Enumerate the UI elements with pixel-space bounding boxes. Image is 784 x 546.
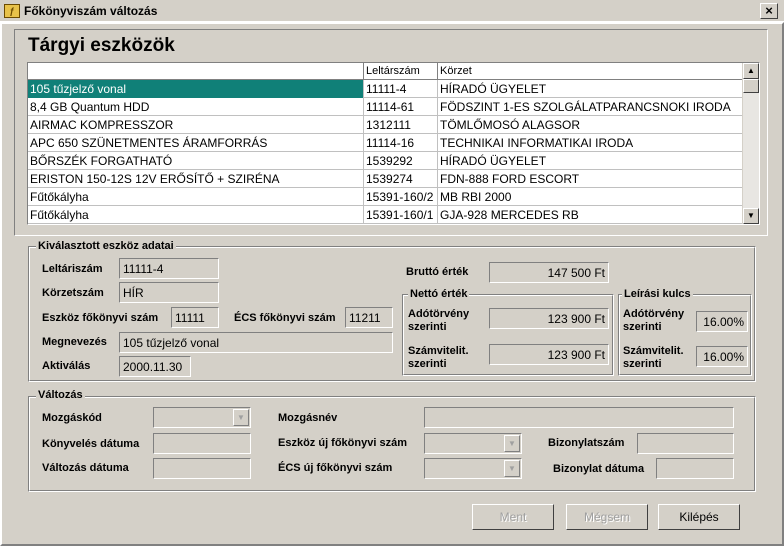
table-row[interactable]: AIRMAC KOMPRESSZOR 1312111 TÖMLŐMOSÓ ALA… <box>28 116 742 134</box>
korzetszam-label: Körzetszám <box>42 287 104 299</box>
close-button[interactable]: × <box>760 3 778 19</box>
grid-body: Megnevezés Leltárszám Körzet 105 tűzjelz… <box>28 63 742 224</box>
eszkoz-fokonyvi-label: Eszköz főkönyvi szám <box>42 312 159 324</box>
cancel-button[interactable]: Mégsem <box>566 504 648 530</box>
scroll-down-button[interactable]: ▼ <box>743 208 759 224</box>
netto-szamv-label-1: Számvitelit. <box>408 345 469 357</box>
cell-korzet: HÍRADÓ ÜGYELET <box>440 82 547 96</box>
section-title: Tárgyi eszközök <box>28 35 175 56</box>
cell-leltarszam: 11111-4 <box>364 80 438 98</box>
vertical-scrollbar[interactable]: ▲ ▼ <box>742 63 759 224</box>
cell-korzet: HÍRADÓ ÜGYELET <box>440 154 547 168</box>
eszkoz-uj-fokonyvi-label: Eszköz új főkönyvi szám <box>278 437 407 449</box>
leiras-ado-label-2: szerinti <box>623 321 662 333</box>
valtozas-datum-field[interactable] <box>153 458 251 479</box>
cell-korzet: TÖMLŐMOSÓ ALAGSOR <box>440 118 581 132</box>
brutto-field: 147 500 Ft <box>489 262 609 283</box>
cell-megnevezes: 105 tűzjelző vonal <box>28 80 364 98</box>
leltariszam-label: Leltáriszám <box>42 263 103 275</box>
table-row[interactable]: BŐRSZÉK FORGATHATÓ 1539292 HÍRADÓ ÜGYELE… <box>28 152 742 170</box>
table-row[interactable]: 105 tűzjelző vonal 11111-4 HÍRADÓ ÜGYELE… <box>28 80 742 98</box>
column-header-megnevezes[interactable]: Megnevezés <box>28 63 364 80</box>
bizonylat-datum-label: Bizonylat dátuma <box>553 463 645 475</box>
konyveles-datum-field[interactable] <box>153 433 251 454</box>
cell-leltarszam: 15391-160/1 <box>364 206 438 224</box>
ecs-uj-fokonyvi-label: ÉCS új főkönyvi szám <box>278 462 393 474</box>
ecs-uj-fokonyvi-combo[interactable]: ▼ <box>424 458 522 479</box>
cell-leltarszam: 11114-61 <box>364 98 438 116</box>
konyveles-datum-label: Könyvelés dátuma <box>42 438 140 450</box>
bizonylat-datum-field[interactable] <box>656 458 734 479</box>
brutto-label: Bruttó érték <box>406 266 469 278</box>
chevron-down-icon[interactable]: ▼ <box>504 460 520 477</box>
eszkoz-uj-fokonyvi-combo[interactable]: ▼ <box>424 433 522 454</box>
column-header-leltarszam[interactable]: Leltárszám <box>364 63 438 80</box>
cell-leltarszam: 11114-16 <box>364 134 438 152</box>
cell-megnevezes: Fűtőkályha <box>28 206 364 224</box>
cell-megnevezes: BŐRSZÉK FORGATHATÓ <box>28 152 364 170</box>
window-title: Főkönyviszám változás <box>24 4 158 18</box>
cell-korzet: FÖDSZINT 1-ES SZOLGÁLATPARANCSNOKI IRODA <box>440 100 731 114</box>
change-group-title: Változás <box>36 389 85 401</box>
leiras-szamv-label-1: Számvitelit. <box>623 345 684 357</box>
mozgaskod-combo[interactable]: ▼ <box>153 407 251 428</box>
cell-megnevezes: Fűtőkályha <box>28 188 364 206</box>
cell-leltarszam: 1539292 <box>364 152 438 170</box>
netto-group-title: Nettó érték <box>408 288 470 300</box>
save-button[interactable]: Ment <box>472 504 554 530</box>
aktivalas-field: 2000.11.30 <box>119 356 191 377</box>
leirasi-group-title: Leírási kulcs <box>622 288 693 300</box>
selected-asset-group-title: Kiválasztott eszköz adatai <box>36 240 176 252</box>
netto-szamv-label-2: szerinti <box>408 358 447 370</box>
netto-ado-field: 123 900 Ft <box>489 308 609 329</box>
cell-megnevezes: AIRMAC KOMPRESSZOR <box>28 116 364 134</box>
aktivalas-label: Aktiválás <box>42 360 91 372</box>
cell-korzet: MB RBI 2000 <box>440 190 512 204</box>
assets-grid[interactable]: Megnevezés Leltárszám Körzet 105 tűzjelz… <box>27 62 760 225</box>
cell-megnevezes: ERISTON 150-12S 12V ERŐSÍTŐ + SZIRÉNA <box>28 170 364 188</box>
netto-szamv-field: 123 900 Ft <box>489 344 609 365</box>
cell-leltarszam: 1312111 <box>364 116 438 134</box>
korzetszam-field: HÍR <box>119 282 219 303</box>
cell-korzet: GJA-928 MERCEDES RB <box>440 208 579 222</box>
cell-korzet: TECHNIKAI INFORMATIKAI IRODA <box>440 136 634 150</box>
netto-ado-label-1: Adótörvény <box>408 308 470 320</box>
leiras-ado-field: 16.00% <box>696 311 748 332</box>
netto-ado-label-2: szerinti <box>408 321 447 333</box>
mozgasnev-field[interactable] <box>424 407 734 428</box>
ecs-fokonyvi-field: 11211 <box>345 307 393 328</box>
valtozas-datum-label: Változás dátuma <box>42 462 129 474</box>
column-header-korzet[interactable]: Körzet <box>438 63 742 80</box>
scroll-thumb[interactable] <box>743 79 759 93</box>
bizonylatszam-label: Bizonylatszám <box>548 437 625 449</box>
mozgaskod-label: Mozgáskód <box>42 412 102 424</box>
leltariszam-field: 11111-4 <box>119 258 219 279</box>
table-row[interactable]: Fűtőkályha 15391-160/2 MB RBI 2000 <box>28 188 742 206</box>
mozgasnev-label: Mozgásnév <box>278 412 338 424</box>
table-row[interactable]: APC 650 SZÜNETMENTES ÁRAMFORRÁS 11114-16… <box>28 134 742 152</box>
cell-leltarszam: 15391-160/2 <box>364 188 438 206</box>
app-icon: ƒ <box>4 4 20 18</box>
ecs-fokonyvi-label: ÉCS főkönyvi szám <box>234 312 336 324</box>
eszkoz-fokonyvi-field: 11111 <box>171 307 219 328</box>
leiras-szamv-field: 16.00% <box>696 346 748 367</box>
exit-button[interactable]: Kilépés <box>658 504 740 530</box>
megnevezes-field: 105 tűzjelző vonal <box>119 332 393 353</box>
leiras-ado-label-1: Adótörvény <box>623 308 685 320</box>
table-row[interactable]: ERISTON 150-12S 12V ERŐSÍTŐ + SZIRÉNA 15… <box>28 170 742 188</box>
chevron-down-icon[interactable]: ▼ <box>233 409 249 426</box>
cell-korzet: FDN-888 FORD ESCORT <box>440 172 580 186</box>
chevron-down-icon[interactable]: ▼ <box>504 435 520 452</box>
table-row[interactable]: 8,4 GB Quantum HDD 11114-61 FÖDSZINT 1-E… <box>28 98 742 116</box>
leiras-szamv-label-2: szerinti <box>623 358 662 370</box>
megnevezes-label: Megnevezés <box>42 336 107 348</box>
bizonylatszam-field[interactable] <box>637 433 734 454</box>
table-row[interactable]: Fűtőkályha 15391-160/1 GJA-928 MERCEDES … <box>28 206 742 224</box>
cell-leltarszam: 1539274 <box>364 170 438 188</box>
cell-megnevezes: 8,4 GB Quantum HDD <box>28 98 364 116</box>
cell-megnevezes: APC 650 SZÜNETMENTES ÁRAMFORRÁS <box>28 134 364 152</box>
scroll-up-button[interactable]: ▲ <box>743 63 759 79</box>
